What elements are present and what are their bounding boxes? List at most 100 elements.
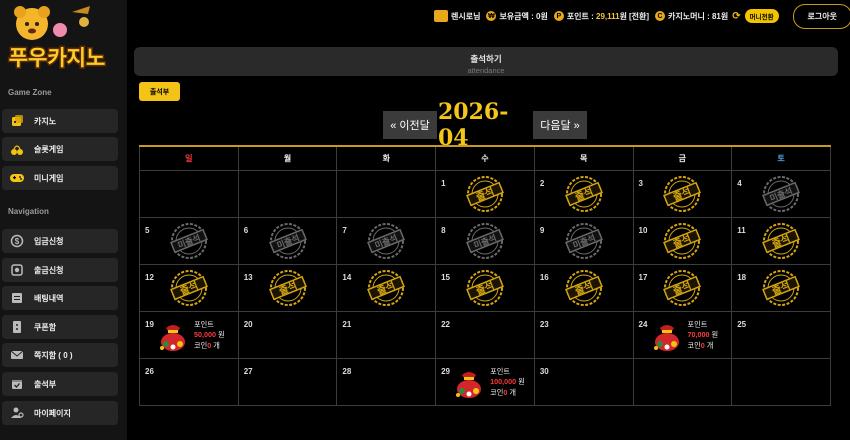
day-number: 9 — [539, 225, 545, 235]
day-number: 4 — [737, 178, 742, 188]
refresh-icon[interactable]: ⟳ — [732, 11, 740, 22]
day-number: 8 — [441, 225, 446, 235]
calendar-day: 30 — [533, 357, 634, 406]
sidebar-item-deposit[interactable]: $ 입금신청 — [2, 229, 118, 253]
sidebar-item-casino[interactable]: 카지노 — [2, 109, 118, 133]
reward-box: 포인트 100,000 원 코인0 개 — [452, 365, 532, 401]
casino-money-label: 카지노머니 : — [668, 11, 710, 21]
won-coin-icon: ₩ — [486, 11, 497, 21]
prev-month-button[interactable]: « 이전달 — [383, 111, 437, 139]
sidebar-item-betting-list[interactable]: 배팅내역 — [2, 286, 118, 310]
sidebar-item-gamepad[interactable]: 미니게임 — [2, 166, 118, 190]
sidebar-item-label: 카지노 — [34, 116, 57, 126]
sidebar-item-coupon[interactable]: 쿠폰함 — [2, 315, 118, 339]
day-number: 5 — [145, 225, 150, 235]
reward-text: 포인트 70,000 원 코인0 개 — [688, 320, 719, 352]
day-number: 1 — [441, 178, 446, 188]
calendar-day: 27 — [237, 357, 338, 406]
tab-attendance[interactable]: 출석부 — [139, 82, 180, 101]
day-number: 24 — [638, 319, 648, 329]
day-number: 11 — [737, 225, 746, 235]
sidebar-item-mail[interactable]: 쪽지함 ( 0 ) — [2, 343, 118, 367]
attended-stamp-icon: 출석 — [463, 266, 507, 310]
calendar-day: 19 포인트 50,000 원 코인0 개 — [139, 310, 239, 359]
mail-icon — [8, 346, 26, 364]
reward-label: 포인트 — [490, 366, 510, 376]
attended-stamp-icon: 출석 — [759, 266, 803, 310]
next-month-button[interactable]: 다음달 » — [533, 111, 587, 139]
sidebar-item-label: 쿠폰함 — [34, 322, 57, 332]
calendar-day: 26 — [139, 357, 239, 406]
logout-button[interactable]: 로그아웃 — [792, 3, 850, 29]
attended-stamp-icon: 출석 — [660, 219, 704, 263]
calendar-day: 1 출석 — [435, 169, 535, 218]
reward-amount: 70,000 — [687, 330, 710, 339]
coin-unit: 개 — [706, 340, 714, 350]
casino-coin-icon: C — [655, 11, 666, 21]
reward-unit: 원 — [518, 377, 525, 386]
points-label: 포인트 : — [566, 11, 594, 21]
calendar-day: 12 출석 — [139, 263, 239, 312]
page-subtitle: attendance — [467, 66, 505, 75]
calendar-day — [731, 357, 831, 406]
coin-count: 0 — [700, 340, 705, 350]
sidebar-item-user-gear[interactable]: 마이페이지 — [2, 401, 118, 425]
day-number: 23 — [539, 319, 549, 329]
money-convert-button[interactable]: 머니전환 — [744, 9, 779, 23]
calendar-day — [336, 169, 437, 218]
calendar-day: 20 — [237, 310, 338, 359]
day-number: 28 — [342, 366, 352, 376]
calendar-day: 16 출석 — [533, 263, 634, 312]
sidebar-item-label: 슬롯게임 — [34, 144, 64, 154]
attended-stamp-icon: 출석 — [562, 172, 606, 216]
casino-money-info: C 카지노머니 : 81원 ⟳ 머니전환 — [655, 9, 779, 23]
day-number: 7 — [342, 225, 347, 235]
calendar-day: 6 미출석 — [237, 216, 338, 265]
attendance-calendar: 일월화수목금토 1 출석 2 출석 3 출석 4 미출석 5 미출석 6 미출석 7 미출석 8 미출석 9 미출… — [139, 145, 831, 406]
reward-label: 포인트 — [194, 319, 214, 329]
calendar-day: 8 미출석 — [435, 216, 535, 265]
calendar-day: 25 — [731, 310, 831, 359]
calendar-day: 29 포인트 100,000 원 코인0 개 — [435, 357, 535, 406]
sidebar-item-cherry[interactable]: 슬롯게임 — [2, 137, 118, 161]
reward-text: 포인트 100,000 원 코인0 개 — [490, 367, 525, 399]
page-header: 출석하기 attendance — [134, 47, 838, 76]
calendar-day: 10 출석 — [632, 216, 733, 265]
calendar-day: 13 출석 — [237, 263, 338, 312]
attended-stamp-icon: 출석 — [266, 266, 310, 310]
weekday-header: 월 — [237, 145, 338, 171]
calendar-day: 9 미출석 — [533, 216, 634, 265]
reward-text: 포인트 50,000 원 코인0 개 — [194, 320, 225, 352]
balance-info: ₩ 보유금액 : 0원 — [486, 11, 548, 22]
sidebar-item-label: 쪽지함 ( 0 ) — [34, 350, 73, 360]
day-number: 3 — [638, 178, 643, 188]
calendar-day: 14 출석 — [336, 263, 437, 312]
reward-amount: 50,000 — [194, 330, 216, 339]
lucky-bag-icon — [452, 367, 486, 399]
attended-stamp-icon: 출석 — [759, 219, 803, 263]
coupon-icon — [8, 318, 26, 336]
points-convert-link[interactable]: [전환] — [629, 11, 649, 22]
site-logo[interactable]: 푸우카지노 — [2, 2, 112, 74]
attended-stamp-icon: 출석 — [167, 266, 211, 310]
calendar-day: 18 출석 — [731, 263, 831, 312]
reward-unit: 원 — [711, 330, 719, 339]
sidebar-item-label: 출석부 — [34, 379, 57, 389]
casino-money-value: 81원 — [711, 11, 729, 21]
day-number: 6 — [243, 225, 249, 235]
coin-unit: 개 — [213, 340, 220, 350]
user-badge-icon — [433, 10, 448, 22]
coin-label: 코인 — [194, 340, 208, 350]
day-number: 2 — [539, 178, 545, 188]
calendar-week: 26 27 28 29 포인트 100,000 원 코인0 개 30 — [139, 357, 831, 406]
weekday-header: 수 — [435, 145, 535, 171]
sidebar-item-withdraw[interactable]: 출금신청 — [2, 258, 118, 282]
sidebar-item-calendar-check[interactable]: 출석부 — [2, 372, 118, 396]
attended-stamp-icon: 출석 — [364, 266, 408, 310]
sidebar-item-label: 출금신청 — [34, 265, 64, 275]
calendar-day — [632, 357, 733, 406]
weekday-header: 토 — [731, 145, 831, 171]
day-number: 18 — [737, 272, 747, 282]
calendar-day: 11 출석 — [731, 216, 831, 265]
day-number: 22 — [441, 319, 451, 329]
